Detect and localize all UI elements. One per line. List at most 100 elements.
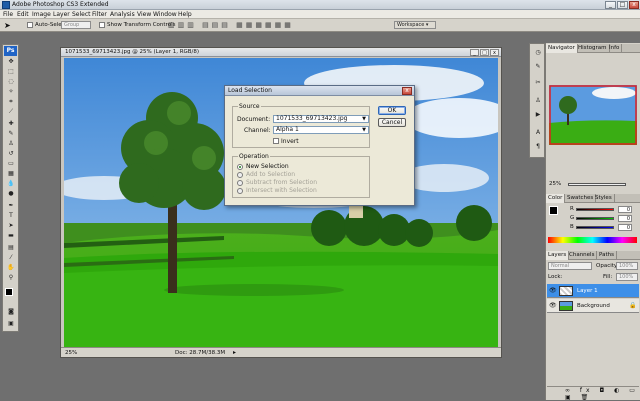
- b-slider[interactable]: [576, 226, 614, 229]
- menu-window[interactable]: Window: [153, 11, 177, 18]
- tab-histogram[interactable]: Histogram: [576, 44, 610, 53]
- invert-checkbox[interactable]: [273, 138, 279, 144]
- menu-layer[interactable]: Layer: [53, 11, 70, 18]
- status-menu-arrow-icon[interactable]: ▸: [233, 349, 236, 356]
- doc-close-button[interactable]: x: [490, 49, 499, 56]
- pen-tool-icon[interactable]: ✒: [5, 201, 17, 210]
- move-tool-icon[interactable]: ✥: [5, 57, 17, 66]
- visibility-eye-icon[interactable]: 👁: [549, 287, 557, 294]
- menu-help[interactable]: Help: [178, 11, 192, 18]
- menu-view[interactable]: View: [137, 11, 151, 18]
- blend-mode-dropdown[interactable]: Normal: [548, 262, 592, 270]
- doc-minimize-button[interactable]: _: [470, 49, 479, 56]
- layers-footer-buttons[interactable]: ∞ fx ◘ ◐ ▭ ▣ 🗑: [547, 386, 639, 401]
- character-panel-icon[interactable]: A: [532, 128, 544, 137]
- add-to-selection-radio[interactable]: [237, 172, 243, 178]
- path-selection-icon[interactable]: ➤: [5, 221, 17, 230]
- tab-swatches[interactable]: Swatches: [565, 194, 597, 203]
- document-title-bar[interactable]: 1071533_69713423.jpg @ 25% (Layer 1, RGB…: [61, 48, 501, 57]
- source-group: Source Document: 1071533_69713423.jpg ▼ C…: [232, 103, 370, 148]
- color-fg-swatch[interactable]: [549, 206, 558, 215]
- quick-mask-icon[interactable]: ◙: [5, 307, 17, 316]
- navigator-preview[interactable]: [549, 85, 637, 145]
- layer-row-layer1[interactable]: 👁 Layer 1: [547, 284, 639, 298]
- brushes-panel-icon[interactable]: ✎: [532, 62, 544, 71]
- dialog-title-bar[interactable]: Load Selection x: [225, 86, 414, 96]
- tab-info[interactable]: Info: [607, 44, 623, 53]
- ok-button[interactable]: OK: [378, 106, 406, 115]
- history-panel-icon[interactable]: ◷: [532, 48, 544, 57]
- tab-layers[interactable]: Layers: [546, 251, 570, 260]
- tab-channels[interactable]: Channels: [567, 251, 598, 260]
- lasso-tool-icon[interactable]: ◌: [5, 77, 17, 86]
- workspace-button[interactable]: Workspace ▾: [394, 21, 436, 29]
- cancel-button[interactable]: Cancel: [378, 118, 406, 127]
- new-selection-radio[interactable]: [237, 164, 243, 170]
- minimize-button[interactable]: _: [605, 1, 616, 9]
- magic-wand-icon[interactable]: ✧: [5, 87, 17, 96]
- paragraph-panel-icon[interactable]: ¶: [532, 142, 544, 151]
- clone-source-icon[interactable]: ♙: [532, 96, 544, 105]
- healing-brush-icon[interactable]: ✚: [5, 119, 17, 128]
- auto-select-checkbox[interactable]: [27, 22, 33, 28]
- menu-analysis[interactable]: Analysis: [110, 11, 135, 18]
- opacity-field[interactable]: 100%: [616, 262, 638, 270]
- align-buttons[interactable]: ▥▥▥ ▤▤▤ ▦▦▦▦▦▦: [168, 21, 348, 30]
- history-brush-icon[interactable]: ↺: [5, 149, 17, 158]
- eyedropper-icon[interactable]: ⁄: [5, 253, 17, 262]
- g-slider[interactable]: [576, 217, 614, 220]
- crop-tool-icon[interactable]: ⌗: [5, 97, 17, 106]
- color-ramp[interactable]: [548, 237, 637, 243]
- layer-row-background[interactable]: 👁 Background 🔒: [547, 299, 639, 313]
- auto-select-dropdown[interactable]: Group: [61, 21, 91, 29]
- type-tool-icon[interactable]: T: [5, 211, 17, 220]
- maximize-button[interactable]: □: [617, 1, 628, 9]
- menu-file[interactable]: File: [3, 11, 13, 18]
- slice-tool-icon[interactable]: ⟋: [5, 107, 17, 116]
- channel-dropdown[interactable]: Alpha 1 ▼: [273, 126, 369, 134]
- doc-maximize-button[interactable]: □: [480, 49, 489, 56]
- background-layer-name[interactable]: Background: [577, 303, 610, 309]
- notes-tool-icon[interactable]: ▤: [5, 243, 17, 252]
- visibility-eye-icon[interactable]: 👁: [549, 302, 557, 309]
- dodge-tool-icon[interactable]: ●: [5, 189, 17, 198]
- show-transform-checkbox[interactable]: [99, 22, 105, 28]
- foreground-color-swatch[interactable]: [5, 288, 13, 296]
- subtract-from-selection-radio[interactable]: [237, 180, 243, 186]
- menu-select[interactable]: Select: [72, 11, 91, 18]
- fill-field[interactable]: 100%: [616, 273, 638, 281]
- intersect-with-selection-radio[interactable]: [237, 188, 243, 194]
- shape-tool-icon[interactable]: ▬: [5, 231, 17, 240]
- zoom-readout[interactable]: 25%: [65, 350, 77, 356]
- marquee-tool-icon[interactable]: ⬚: [5, 67, 17, 76]
- layer1-name[interactable]: Layer 1: [577, 288, 598, 294]
- hand-tool-icon[interactable]: ✋: [5, 263, 17, 272]
- document-dropdown[interactable]: 1071533_69713423.jpg ▼: [273, 115, 369, 123]
- g-value[interactable]: 0: [618, 215, 632, 222]
- tab-color[interactable]: Color: [546, 194, 566, 203]
- document-size-info[interactable]: Doc: 28.7M/38.3M: [175, 350, 225, 356]
- zoom-tool-icon[interactable]: ⚲: [5, 273, 17, 282]
- clone-stamp-icon[interactable]: ♙: [5, 139, 17, 148]
- dialog-close-button[interactable]: x: [402, 87, 412, 95]
- menu-filter[interactable]: Filter: [92, 11, 107, 18]
- navigator-zoom-slider[interactable]: [568, 183, 626, 186]
- tool-presets-icon[interactable]: ✂: [532, 78, 544, 87]
- blur-tool-icon[interactable]: 💧: [5, 179, 17, 188]
- screen-mode-icon[interactable]: ▣: [5, 319, 17, 328]
- b-value[interactable]: 0: [618, 224, 632, 231]
- close-button[interactable]: x: [629, 1, 639, 9]
- r-slider[interactable]: [576, 208, 614, 211]
- menu-image[interactable]: Image: [32, 11, 51, 18]
- gradient-tool-icon[interactable]: ▦: [5, 169, 17, 178]
- menu-edit[interactable]: Edit: [17, 11, 29, 18]
- eraser-tool-icon[interactable]: ▭: [5, 159, 17, 168]
- tab-paths[interactable]: Paths: [597, 251, 617, 260]
- actions-panel-icon[interactable]: ▶: [532, 110, 544, 119]
- r-value[interactable]: 0: [618, 206, 632, 213]
- brush-tool-icon[interactable]: ✎: [5, 129, 17, 138]
- tab-navigator[interactable]: Navigator: [546, 44, 578, 53]
- navigator-zoom[interactable]: 25%: [549, 181, 561, 187]
- tab-styles[interactable]: Styles: [593, 194, 615, 203]
- move-tool-icon[interactable]: ➤: [4, 21, 11, 30]
